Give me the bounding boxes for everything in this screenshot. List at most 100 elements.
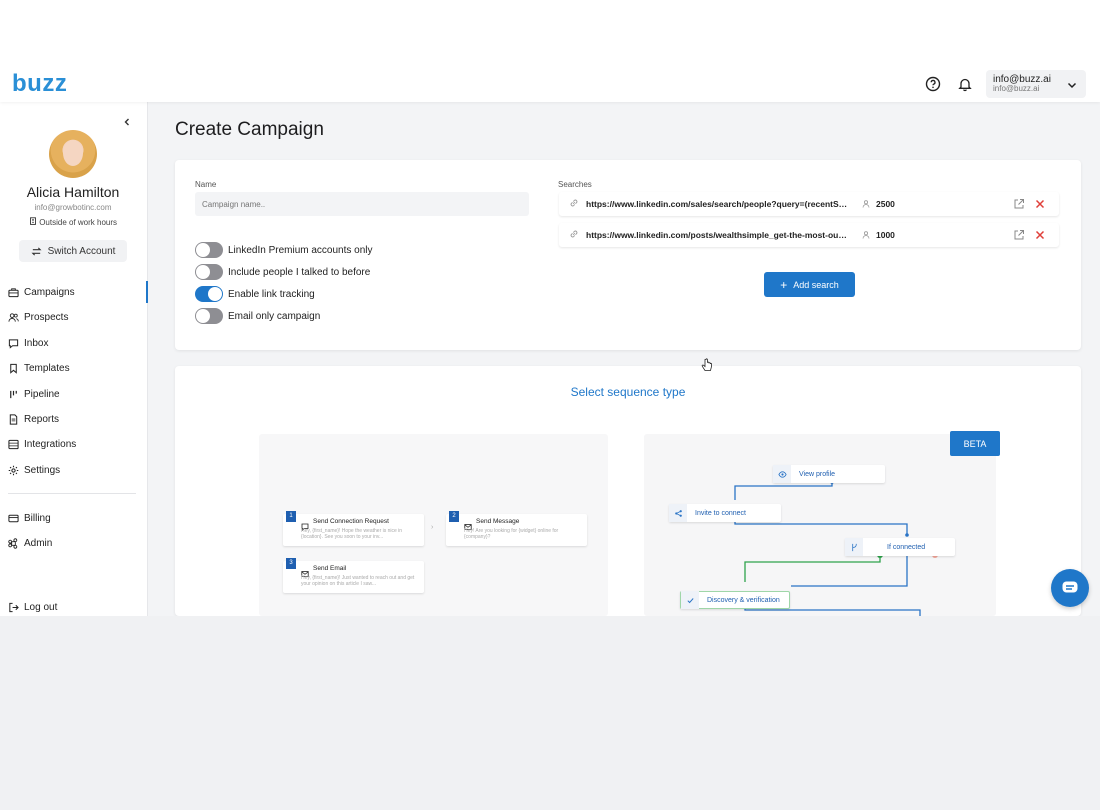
- add-search-button[interactable]: + Add search: [764, 272, 855, 297]
- integrations-icon: [8, 439, 19, 449]
- step-number: 3: [286, 558, 296, 569]
- sidebar-item-inbox[interactable]: Inbox: [0, 332, 148, 354]
- notifications-bell-icon[interactable]: [954, 73, 976, 95]
- account-sub-email: info@buzz.ai: [993, 84, 1040, 93]
- sidebar-item-label: Templates: [24, 362, 70, 374]
- toggle-label: Include people I talked to before: [228, 266, 371, 278]
- account-menu[interactable]: info@buzz.ai info@buzz.ai: [986, 70, 1086, 98]
- toggle-linkedin-premium[interactable]: LinkedIn Premium accounts only: [195, 242, 373, 258]
- search-count-value: 2500: [876, 199, 895, 209]
- step-title: Send Connection Request: [313, 518, 389, 525]
- toggle-switch[interactable]: [195, 286, 223, 302]
- search-count-value: 1000: [876, 230, 895, 240]
- share-icon: [669, 504, 687, 522]
- help-icon[interactable]: [922, 73, 944, 95]
- sidebar: Alicia Hamilton info@growbotinc.com Outs…: [0, 102, 148, 616]
- search-count: 2500: [862, 199, 895, 209]
- sidebar-item-label: Integrations: [24, 438, 77, 450]
- bookmark-icon: [10, 363, 17, 374]
- delete-search-icon[interactable]: [1034, 229, 1046, 243]
- logout-icon: [9, 602, 19, 612]
- sequence-type-title: Select sequence type: [570, 385, 686, 399]
- logout-button[interactable]: Log out: [0, 596, 148, 616]
- toggle-email-only[interactable]: Email only campaign: [195, 308, 320, 324]
- briefcase-icon: [8, 287, 19, 297]
- flow-connectors: [734, 480, 938, 616]
- flow-node-discovery: Discovery & verification: [680, 591, 790, 609]
- report-icon: [9, 413, 18, 425]
- sidebar-item-billing[interactable]: Billing: [0, 507, 148, 529]
- flow-node-label: Discovery & verification: [707, 596, 780, 604]
- avatar: [49, 130, 97, 178]
- sidebar-divider: [8, 493, 136, 494]
- add-search-label: Add search: [793, 279, 839, 290]
- delete-search-icon[interactable]: [1034, 198, 1046, 212]
- sidebar-item-reports[interactable]: Reports: [0, 408, 148, 430]
- pipeline-icon: [10, 390, 17, 398]
- flow-node-label: If connected: [887, 543, 926, 551]
- search-row: https://www.linkedin.com/posts/wealthsim…: [559, 223, 1059, 247]
- users-icon: [8, 312, 19, 322]
- campaign-settings-card: Name LinkedIn Premium accounts only Incl…: [175, 160, 1081, 350]
- external-link-icon[interactable]: [1013, 198, 1025, 212]
- sidebar-item-prospects[interactable]: Prospects: [0, 306, 148, 328]
- admin-icon: [8, 537, 18, 549]
- sequence-type-card: Select sequence type 1 Send Connection R…: [175, 366, 1081, 616]
- swap-icon: [31, 246, 42, 256]
- flow-sequence-option[interactable]: View profile Invite to connect If connec…: [644, 434, 996, 616]
- eye-icon: [773, 465, 791, 483]
- link-icon: [569, 198, 579, 210]
- step-title: Send Message: [476, 518, 520, 525]
- search-count: 1000: [862, 230, 895, 240]
- toggle-switch[interactable]: [195, 242, 223, 258]
- toggle-label: LinkedIn Premium accounts only: [228, 244, 373, 256]
- switch-account-button[interactable]: Switch Account: [19, 240, 127, 262]
- buzz-logo[interactable]: buzz: [12, 70, 67, 98]
- sidebar-item-settings[interactable]: Settings: [0, 459, 148, 481]
- user-status: Outside of work hours: [0, 217, 146, 227]
- step-preview: Hey, {first_name}! Hope the weather is n…: [301, 528, 403, 540]
- empty-background: [0, 616, 1100, 810]
- building-icon: [30, 217, 36, 225]
- chat-support-button[interactable]: [1051, 569, 1089, 607]
- flow-node-label: Invite to connect: [695, 509, 746, 517]
- sidebar-item-pipeline[interactable]: Pipeline: [0, 383, 148, 405]
- search-url[interactable]: https://www.linkedin.com/posts/wealthsim…: [586, 230, 848, 240]
- flow-node-label: View profile: [799, 470, 836, 478]
- chevron-down-icon[interactable]: [1066, 78, 1078, 96]
- user-status-text: Outside of work hours: [39, 218, 118, 227]
- arrow-right-icon: ›: [431, 524, 434, 531]
- sidebar-item-templates[interactable]: Templates: [0, 357, 148, 379]
- toggle-label: Email only campaign: [228, 310, 321, 322]
- search-url[interactable]: https://www.linkedin.com/sales/search/pe…: [586, 199, 848, 209]
- sidebar-item-campaigns[interactable]: Campaigns: [0, 281, 148, 303]
- toggle-switch[interactable]: [195, 264, 223, 280]
- collapse-sidebar-icon[interactable]: [122, 114, 132, 132]
- toggle-label: Enable link tracking: [228, 288, 315, 300]
- toggle-switch[interactable]: [195, 308, 223, 324]
- step-number: 1: [286, 511, 296, 522]
- sidebar-item-label: Pipeline: [24, 388, 60, 400]
- card-icon: [8, 514, 19, 522]
- sidebar-item-label: Inbox: [24, 337, 49, 349]
- sidebar-item-label: Campaigns: [24, 286, 75, 298]
- flow-node-view-profile: View profile: [773, 465, 885, 483]
- search-row: https://www.linkedin.com/sales/search/pe…: [559, 192, 1059, 216]
- sidebar-item-label: Settings: [24, 464, 61, 476]
- step-preview: Hey, {first_name}! Just wanted to reach …: [301, 575, 415, 587]
- sidebar-item-label: Billing: [24, 512, 51, 524]
- sidebar-item-admin[interactable]: Admin: [0, 532, 148, 554]
- toggle-include-people[interactable]: Include people I talked to before: [195, 264, 370, 280]
- step-preview: Hey! Are you looking for {widget} online…: [464, 528, 559, 540]
- toggle-link-tracking[interactable]: Enable link tracking: [195, 286, 315, 302]
- linear-sequence-option[interactable]: 1 Send Connection Request Hey, {first_na…: [259, 434, 608, 616]
- chat-bubble-icon: [1062, 581, 1078, 593]
- step-card: 1 Send Connection Request Hey, {first_na…: [283, 511, 424, 546]
- top-bar: buzz info@buzz.ai info@buzz.ai: [0, 66, 1100, 102]
- external-link-icon[interactable]: [1013, 229, 1025, 243]
- campaign-name-input[interactable]: [195, 192, 529, 216]
- user-name: Alicia Hamilton: [26, 184, 120, 200]
- app-window: buzz info@buzz.ai info@buzz.ai Alicia Ha…: [0, 66, 1100, 616]
- flow-node-invite: Invite to connect: [669, 504, 781, 522]
- sidebar-item-integrations[interactable]: Integrations: [0, 433, 148, 455]
